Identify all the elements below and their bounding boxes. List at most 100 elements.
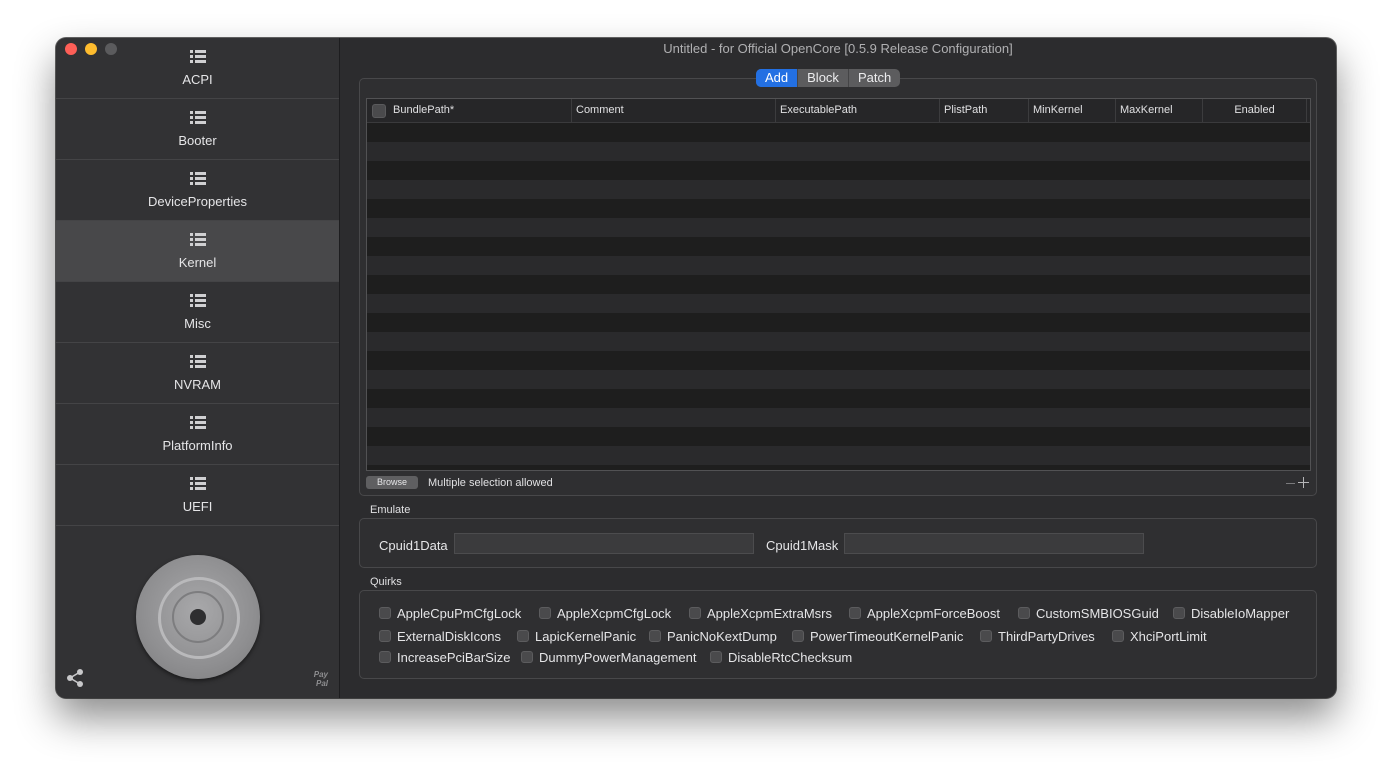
sidebar-item-uefi[interactable]: UEFI [56,465,339,526]
table-row [367,142,1310,161]
tab-segmented-control: Add Block Patch [756,69,901,87]
cpuid1data-field[interactable] [454,533,754,554]
column-comment[interactable]: Comment [572,99,776,122]
quirk-label: AppleXcpmExtraMsrs [707,605,832,621]
sidebar-item-deviceproperties[interactable]: DeviceProperties [56,160,339,221]
quirk-label: IncreasePciBarSize [397,649,511,665]
paypal-logo[interactable]: Pay Pal [306,670,328,688]
sidebar-item-label: DeviceProperties [148,194,247,209]
table-row [367,408,1310,427]
window-controls [65,43,117,55]
table-row [367,351,1310,370]
checkbox[interactable] [517,630,529,642]
table-row [367,199,1310,218]
quirk-dummypowermanagement[interactable]: DummyPowerManagement [521,649,697,665]
sidebar-item-booter[interactable]: Booter [56,99,339,160]
quirk-xhciportlimit[interactable]: XhciPortLimit [1112,628,1207,644]
checkbox[interactable] [379,651,391,663]
checkbox[interactable] [521,651,533,663]
emulate-panel: Cpuid1Data Cpuid1Mask [359,518,1317,568]
checkbox[interactable] [1018,607,1030,619]
checkbox[interactable] [710,651,722,663]
table-row [367,370,1310,389]
checkbox[interactable] [539,607,551,619]
sidebar-item-label: PlatformInfo [162,438,233,453]
quirk-applexcpmforceboost[interactable]: AppleXcpmForceBoost [849,605,1000,621]
checkbox[interactable] [1112,630,1124,642]
quirk-thirdpartydrives[interactable]: ThirdPartyDrives [980,628,1095,644]
quirk-customsmbiosguid[interactable]: CustomSMBIOSGuid [1018,605,1159,621]
quirk-disablertcchecksum[interactable]: DisableRtcChecksum [710,649,852,665]
list-icon [189,294,206,308]
list-icon [189,172,206,186]
quirk-increasepcibarsize[interactable]: IncreasePciBarSize [379,649,510,665]
quirk-applecpupmcfglock[interactable]: AppleCpuPmCfgLock [379,605,521,621]
emulate-section-title: Emulate [370,504,411,516]
table-row [367,465,1310,470]
add-row-button[interactable] [1298,477,1309,488]
column-minkernel[interactable]: MinKernel [1029,99,1116,122]
checkbox[interactable] [1173,607,1185,619]
list-icon [189,50,206,64]
sidebar-item-label: Misc [184,316,211,331]
quirk-label: AppleXcpmCfgLock [557,605,672,621]
list-icon [189,111,206,125]
table-row [367,123,1310,142]
browse-button[interactable]: Browse [366,476,418,489]
quirk-applexcpmcfglock[interactable]: AppleXcpmCfgLock [539,605,671,621]
sidebar: ACPI Booter DeviceProperties Kernel Misc… [56,38,340,698]
quirk-externaldiskicons[interactable]: ExternalDiskIcons [379,628,501,644]
sidebar-item-label: UEFI [182,499,213,514]
quirks-section-title: Quirks [370,576,402,588]
column-maxkernel[interactable]: MaxKernel [1116,99,1203,122]
checkbox[interactable] [792,630,804,642]
column-executablepath[interactable]: ExecutablePath [776,99,940,122]
checkbox[interactable] [689,607,701,619]
sidebar-item-label: Booter [178,133,217,148]
close-window-button[interactable] [65,43,77,55]
quirk-applexcpmextramsrs[interactable]: AppleXcpmExtraMsrs [689,605,832,621]
table-row [367,256,1310,275]
list-icon [189,233,206,247]
quirk-disableiomapper[interactable]: DisableIoMapper [1173,605,1289,621]
kernel-add-table[interactable]: BundlePath* Comment ExecutablePath Plist… [366,98,1311,471]
select-all-checkbox[interactable] [372,104,386,118]
quirk-powertimeoutkernelpanic[interactable]: PowerTimeoutKernelPanic [792,628,963,644]
list-icon [189,477,206,491]
list-icon [189,416,206,430]
quirk-lapickernelpanic[interactable]: LapicKernelPanic [517,628,636,644]
sidebar-item-kernel[interactable]: Kernel [56,221,339,282]
sidebar-item-nvram[interactable]: NVRAM [56,343,339,404]
table-row [367,313,1310,332]
checkbox[interactable] [649,630,661,642]
tab-block[interactable]: Block [798,69,849,87]
sidebar-item-label: ACPI [182,72,213,87]
checkbox[interactable] [379,630,391,642]
window-title: Untitled - for Official OpenCore [0.5.9 … [663,41,1013,56]
column-enabled[interactable]: Enabled [1203,99,1307,122]
quirk-label: PanicNoKextDump [667,628,777,644]
tab-patch[interactable]: Patch [849,69,900,87]
quirk-panicnokextdump[interactable]: PanicNoKextDump [649,628,777,644]
zoom-window-button[interactable] [105,43,117,55]
sidebar-item-platforminfo[interactable]: PlatformInfo [56,404,339,465]
minimize-window-button[interactable] [85,43,97,55]
table-row [367,427,1310,446]
column-bundlepath[interactable]: BundlePath* [389,99,572,122]
table-row [367,237,1310,256]
sidebar-item-label: Kernel [178,255,217,270]
table-row [367,332,1310,351]
cpuid1data-label: Cpuid1Data [379,538,448,553]
tab-add[interactable]: Add [756,69,799,87]
share-icon[interactable] [65,668,85,688]
column-plistpath[interactable]: PlistPath [940,99,1029,122]
checkbox[interactable] [980,630,992,642]
checkbox[interactable] [849,607,861,619]
remove-row-button[interactable] [1286,483,1295,484]
quirks-panel: AppleCpuPmCfgLock AppleXcpmCfgLock Apple… [359,590,1317,679]
checkbox[interactable] [379,607,391,619]
sidebar-item-misc[interactable]: Misc [56,282,339,343]
cpuid1mask-field[interactable] [844,533,1144,554]
kernel-add-panel: BundlePath* Comment ExecutablePath Plist… [359,78,1317,496]
quirk-label: XhciPortLimit [1130,628,1207,644]
